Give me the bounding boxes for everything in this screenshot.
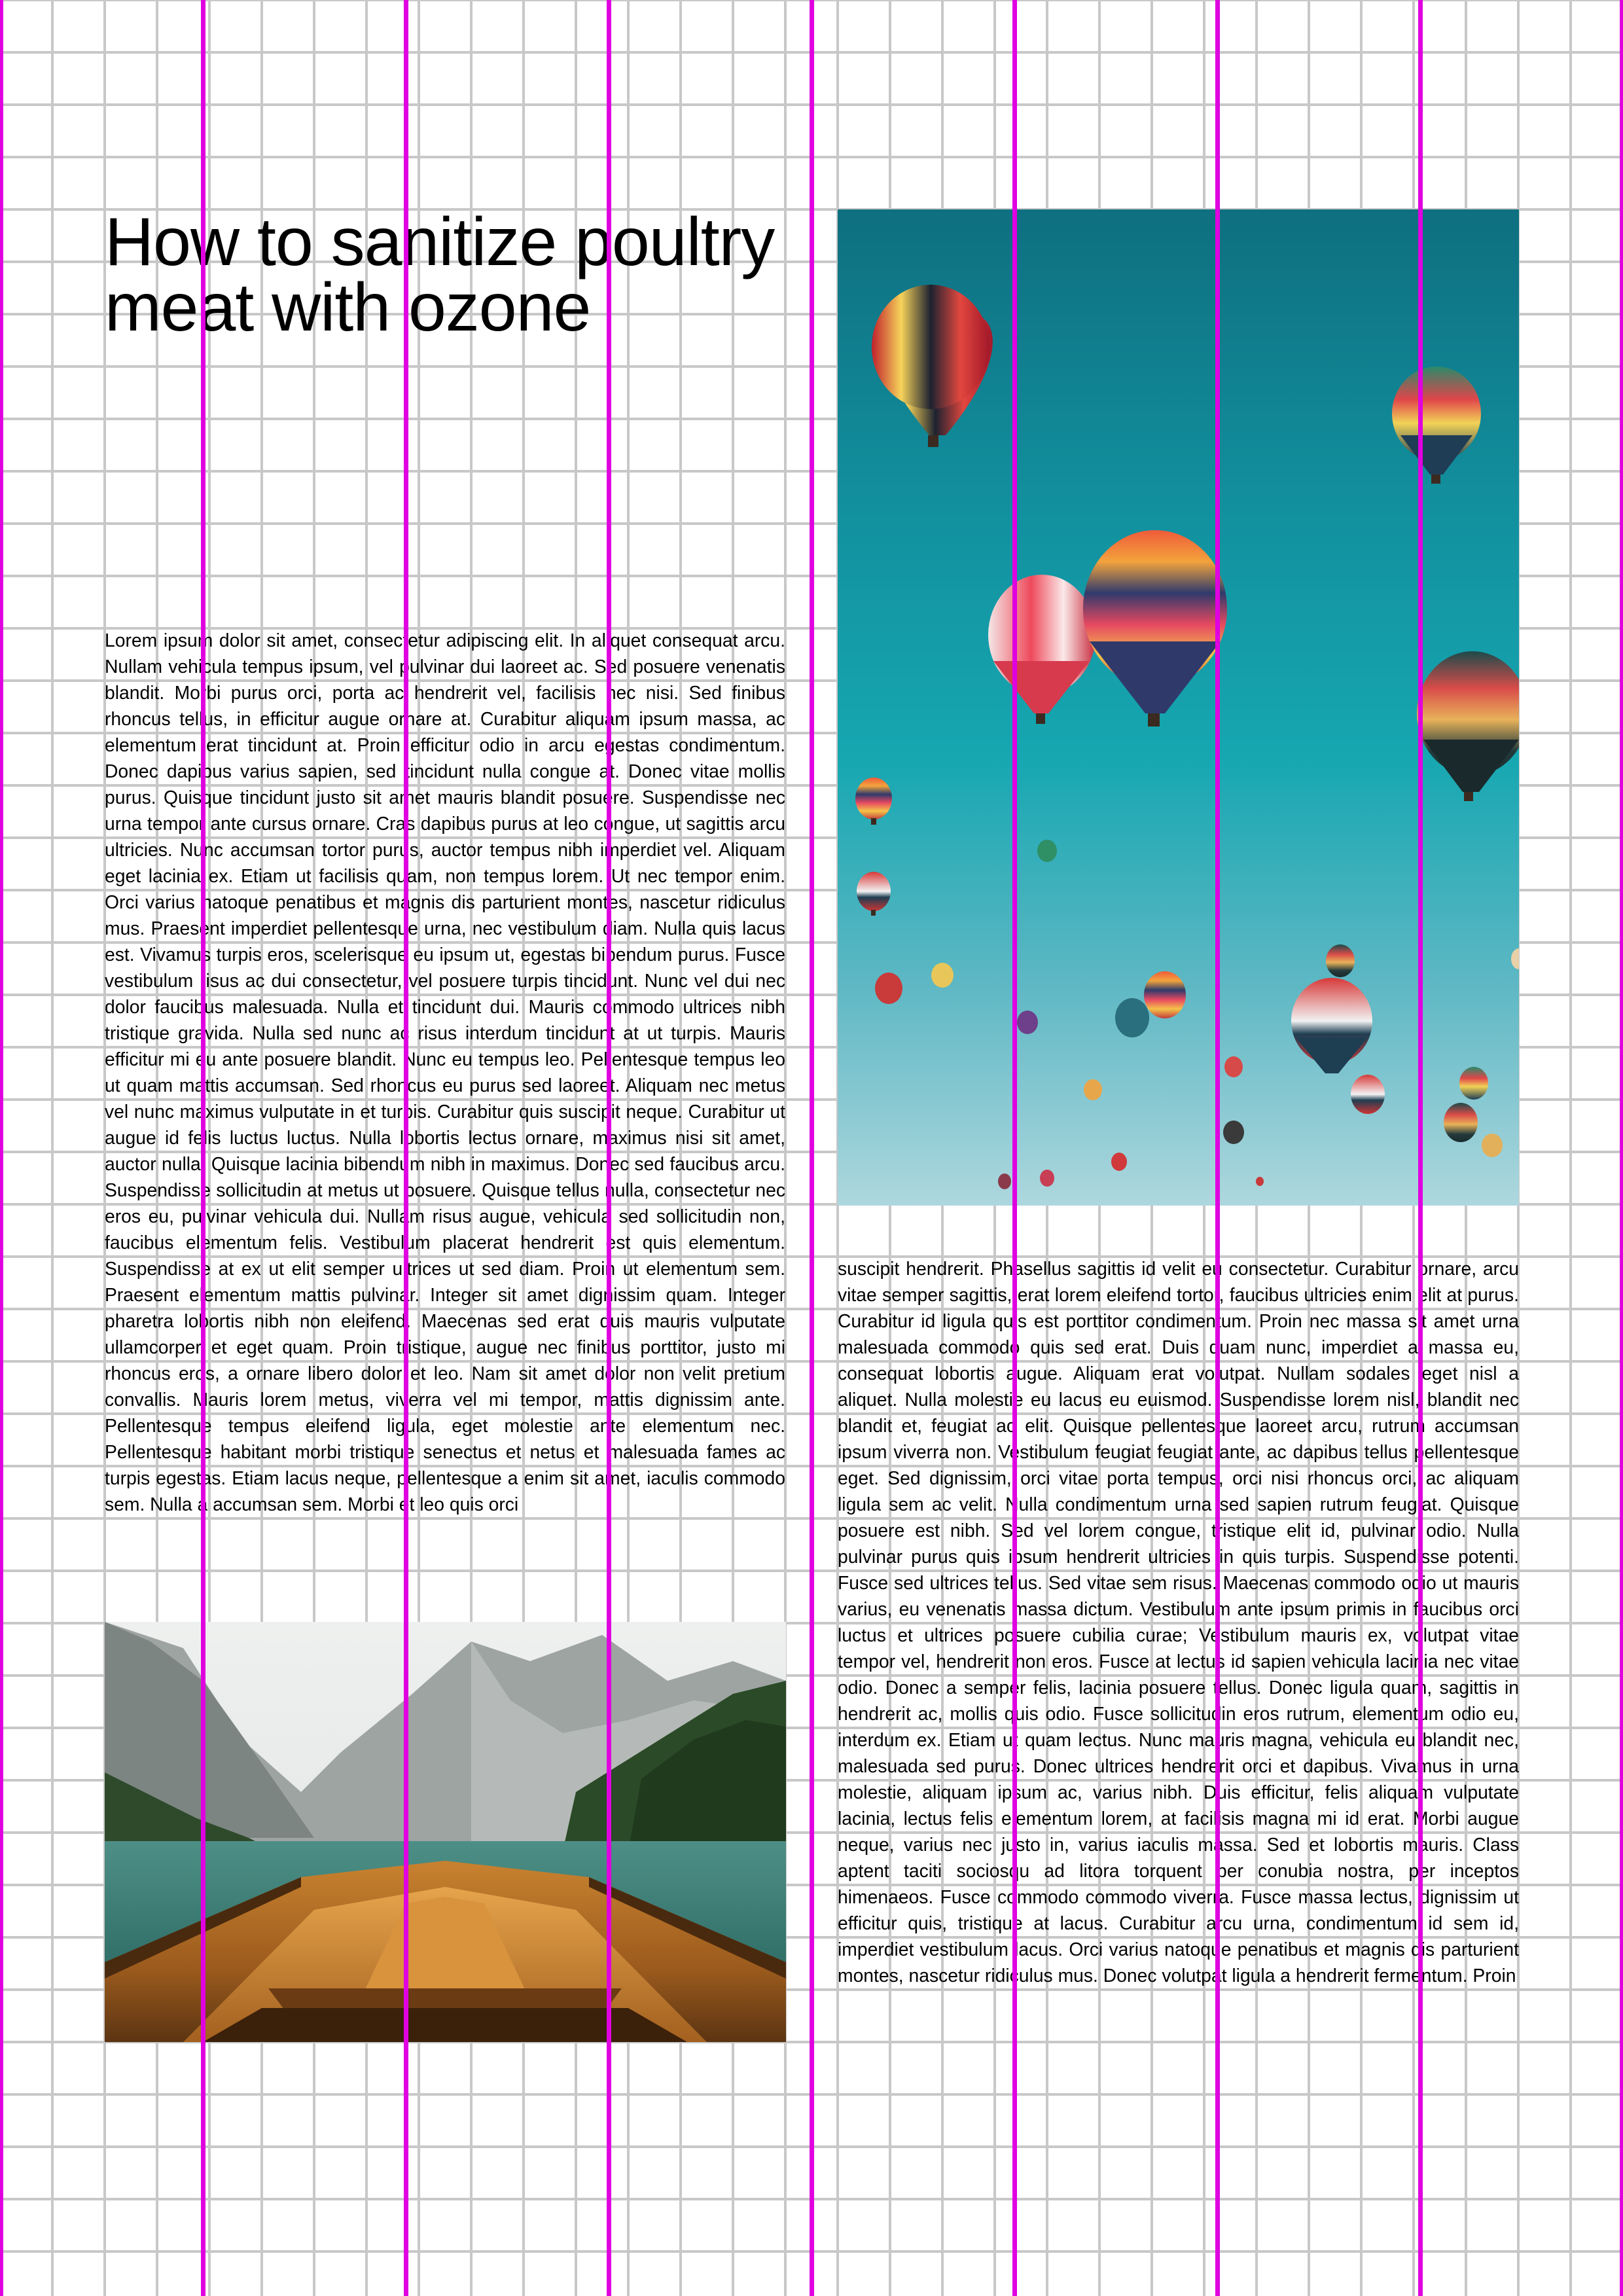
body-text-column-left: Lorem ipsum dolor sit amet, consectetur … bbox=[105, 630, 785, 1515]
mountain-lake-boat-photo bbox=[105, 1622, 786, 2042]
article-title: How to sanitize poultry meat with ozone bbox=[105, 204, 775, 346]
body-text-column-right: suscipit hendrerit. Phasellus sagittis i… bbox=[838, 1258, 1519, 1986]
hot-air-balloons-photo bbox=[838, 209, 1519, 1206]
